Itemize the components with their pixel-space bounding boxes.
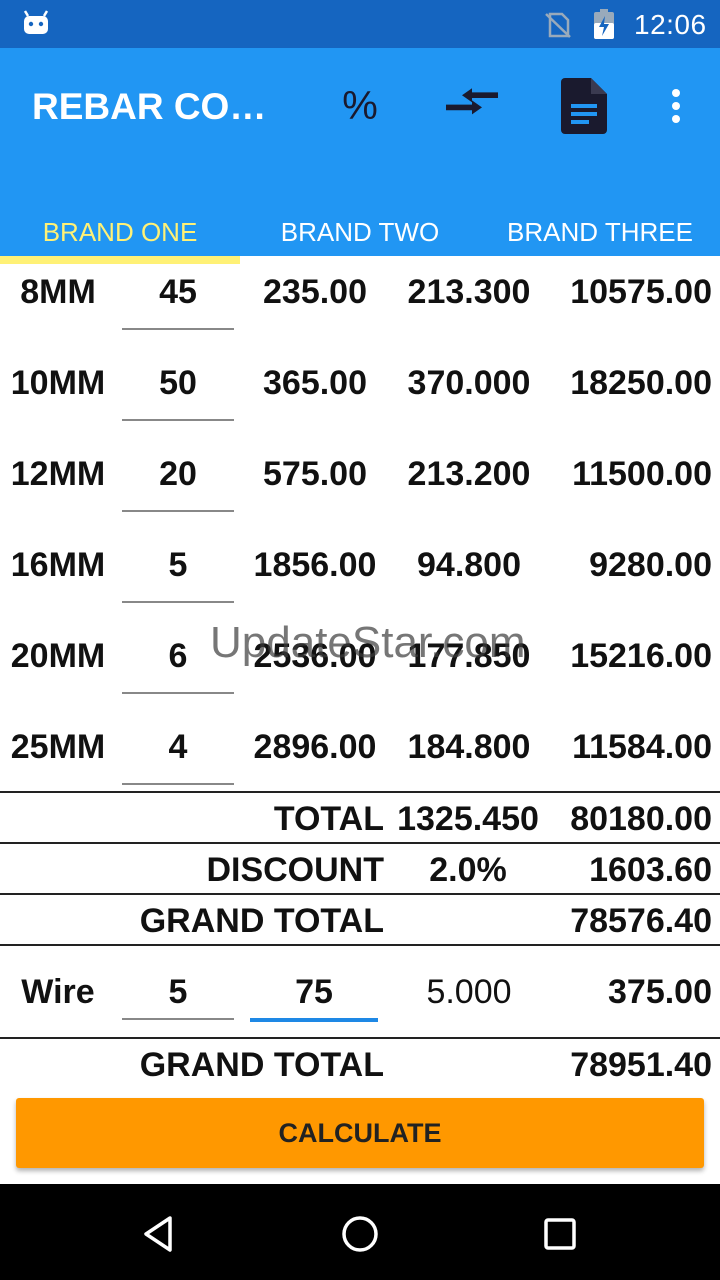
rebar-size: 8MM [20, 272, 96, 311]
discount-percent: 2.0% [429, 851, 507, 889]
divider [0, 893, 720, 895]
wire-label: Wire [21, 972, 95, 1011]
wire-quantity-input[interactable]: 5 [122, 948, 234, 1036]
quantity-value: 6 [168, 636, 188, 675]
quantity-input[interactable]: 45 [122, 256, 234, 330]
amount: 10575.00 [570, 272, 712, 311]
calculate-button[interactable]: CALCULATE [16, 1098, 704, 1168]
quantity-input[interactable]: 4 [122, 711, 234, 785]
divider [0, 842, 720, 844]
wire-row: Wire 5 75 5.000 375.00 [0, 948, 720, 1036]
amount: 9280.00 [589, 545, 712, 584]
navigation-bar [0, 1184, 720, 1280]
weight: 184.800 [407, 727, 531, 766]
amount: 15216.00 [570, 636, 712, 675]
divider [0, 791, 720, 793]
quantity-input[interactable]: 50 [122, 347, 234, 421]
grand-total-label: GRAND TOTAL [139, 902, 384, 940]
compare-arrows-icon[interactable] [440, 78, 504, 134]
weight: 213.200 [407, 454, 531, 493]
app-bar: REBAR COS… % BRAND ONE BRAND TWO BRAND T… [0, 48, 720, 264]
quantity-value: 50 [159, 363, 197, 402]
rebar-size: 12MM [10, 454, 106, 493]
wire-price-input[interactable]: 75 [250, 948, 378, 1036]
grand-total-row: GRAND TOTAL 78576.40 [0, 896, 720, 946]
rebar-size: 10MM [10, 363, 106, 402]
divider [0, 1037, 720, 1039]
wire-quantity-value: 5 [168, 972, 188, 1011]
brand-tabs: BRAND ONE BRAND TWO BRAND THREE [0, 208, 720, 264]
rebar-size: 25MM [10, 727, 106, 766]
quantity-input[interactable]: 6 [122, 620, 234, 694]
android-notification-icon [23, 10, 49, 34]
rebar-size: 16MM [10, 545, 106, 584]
final-grand-total-row: GRAND TOTAL 78951.40 [0, 1040, 720, 1090]
unit-price: 2896.00 [253, 727, 377, 766]
home-icon[interactable] [336, 1210, 384, 1258]
wire-weight: 5.000 [426, 972, 512, 1011]
final-grand-total-label: GRAND TOTAL [139, 1046, 384, 1084]
table-row: 16MM 5 1856.00 94.800 9280.00 [0, 529, 720, 620]
table-row: 20MM 6 2536.00 177.850 15216.00 [0, 620, 720, 711]
amount: 11500.00 [572, 454, 712, 493]
weight: 94.800 [417, 545, 521, 584]
weight: 213.300 [407, 272, 531, 311]
unit-price: 235.00 [263, 272, 367, 311]
wire-amount: 375.00 [608, 972, 712, 1011]
more-options-icon[interactable] [656, 78, 696, 134]
discount-label: DISCOUNT [206, 851, 384, 889]
final-grand-total-amount: 78951.40 [570, 1046, 712, 1084]
table-row: 25MM 4 2896.00 184.800 11584.00 [0, 711, 720, 802]
tab-brand-two[interactable]: BRAND TWO [240, 208, 480, 256]
discount-amount: 1603.60 [589, 851, 712, 889]
unit-price: 575.00 [263, 454, 367, 493]
tab-brand-one[interactable]: BRAND ONE [0, 208, 240, 264]
app-title: REBAR COS… [32, 86, 282, 127]
tab-brand-three[interactable]: BRAND THREE [480, 208, 720, 256]
recent-apps-icon[interactable] [536, 1210, 584, 1258]
unit-price: 365.00 [263, 363, 367, 402]
unit-price: 2536.00 [253, 636, 377, 675]
table-row: 12MM 20 575.00 213.200 11500.00 [0, 438, 720, 529]
document-icon[interactable] [556, 76, 612, 136]
divider [0, 944, 720, 946]
table-row: 10MM 50 365.00 370.000 18250.00 [0, 347, 720, 438]
total-weight: 1325.450 [397, 800, 539, 838]
battery-charging-icon [594, 9, 614, 39]
quantity-value: 20 [159, 454, 197, 493]
quantity-input[interactable]: 20 [122, 438, 234, 512]
no-sim-icon [545, 12, 571, 38]
table-row: 8MM 45 235.00 213.300 10575.00 [0, 256, 720, 347]
weight: 370.000 [407, 363, 531, 402]
status-bar: 12:06 [0, 0, 720, 48]
unit-price: 1856.00 [253, 545, 377, 584]
wire-price-value: 75 [295, 972, 333, 1011]
weight: 177.850 [407, 636, 531, 675]
quantity-value: 45 [159, 272, 197, 311]
amount: 11584.00 [572, 727, 712, 766]
rebar-size: 20MM [10, 636, 106, 675]
percent-icon[interactable]: % [330, 78, 390, 134]
total-row: TOTAL 1325.450 80180.00 [0, 794, 720, 844]
total-label: TOTAL [273, 800, 384, 838]
quantity-value: 4 [168, 727, 188, 766]
back-icon[interactable] [136, 1210, 184, 1258]
amount: 18250.00 [570, 363, 712, 402]
quantity-value: 5 [168, 545, 188, 584]
total-amount: 80180.00 [570, 800, 712, 838]
discount-row: DISCOUNT 2.0% 1603.60 [0, 845, 720, 895]
status-time: 12:06 [634, 9, 707, 40]
grand-total-amount: 78576.40 [570, 902, 712, 940]
quantity-input[interactable]: 5 [122, 529, 234, 603]
